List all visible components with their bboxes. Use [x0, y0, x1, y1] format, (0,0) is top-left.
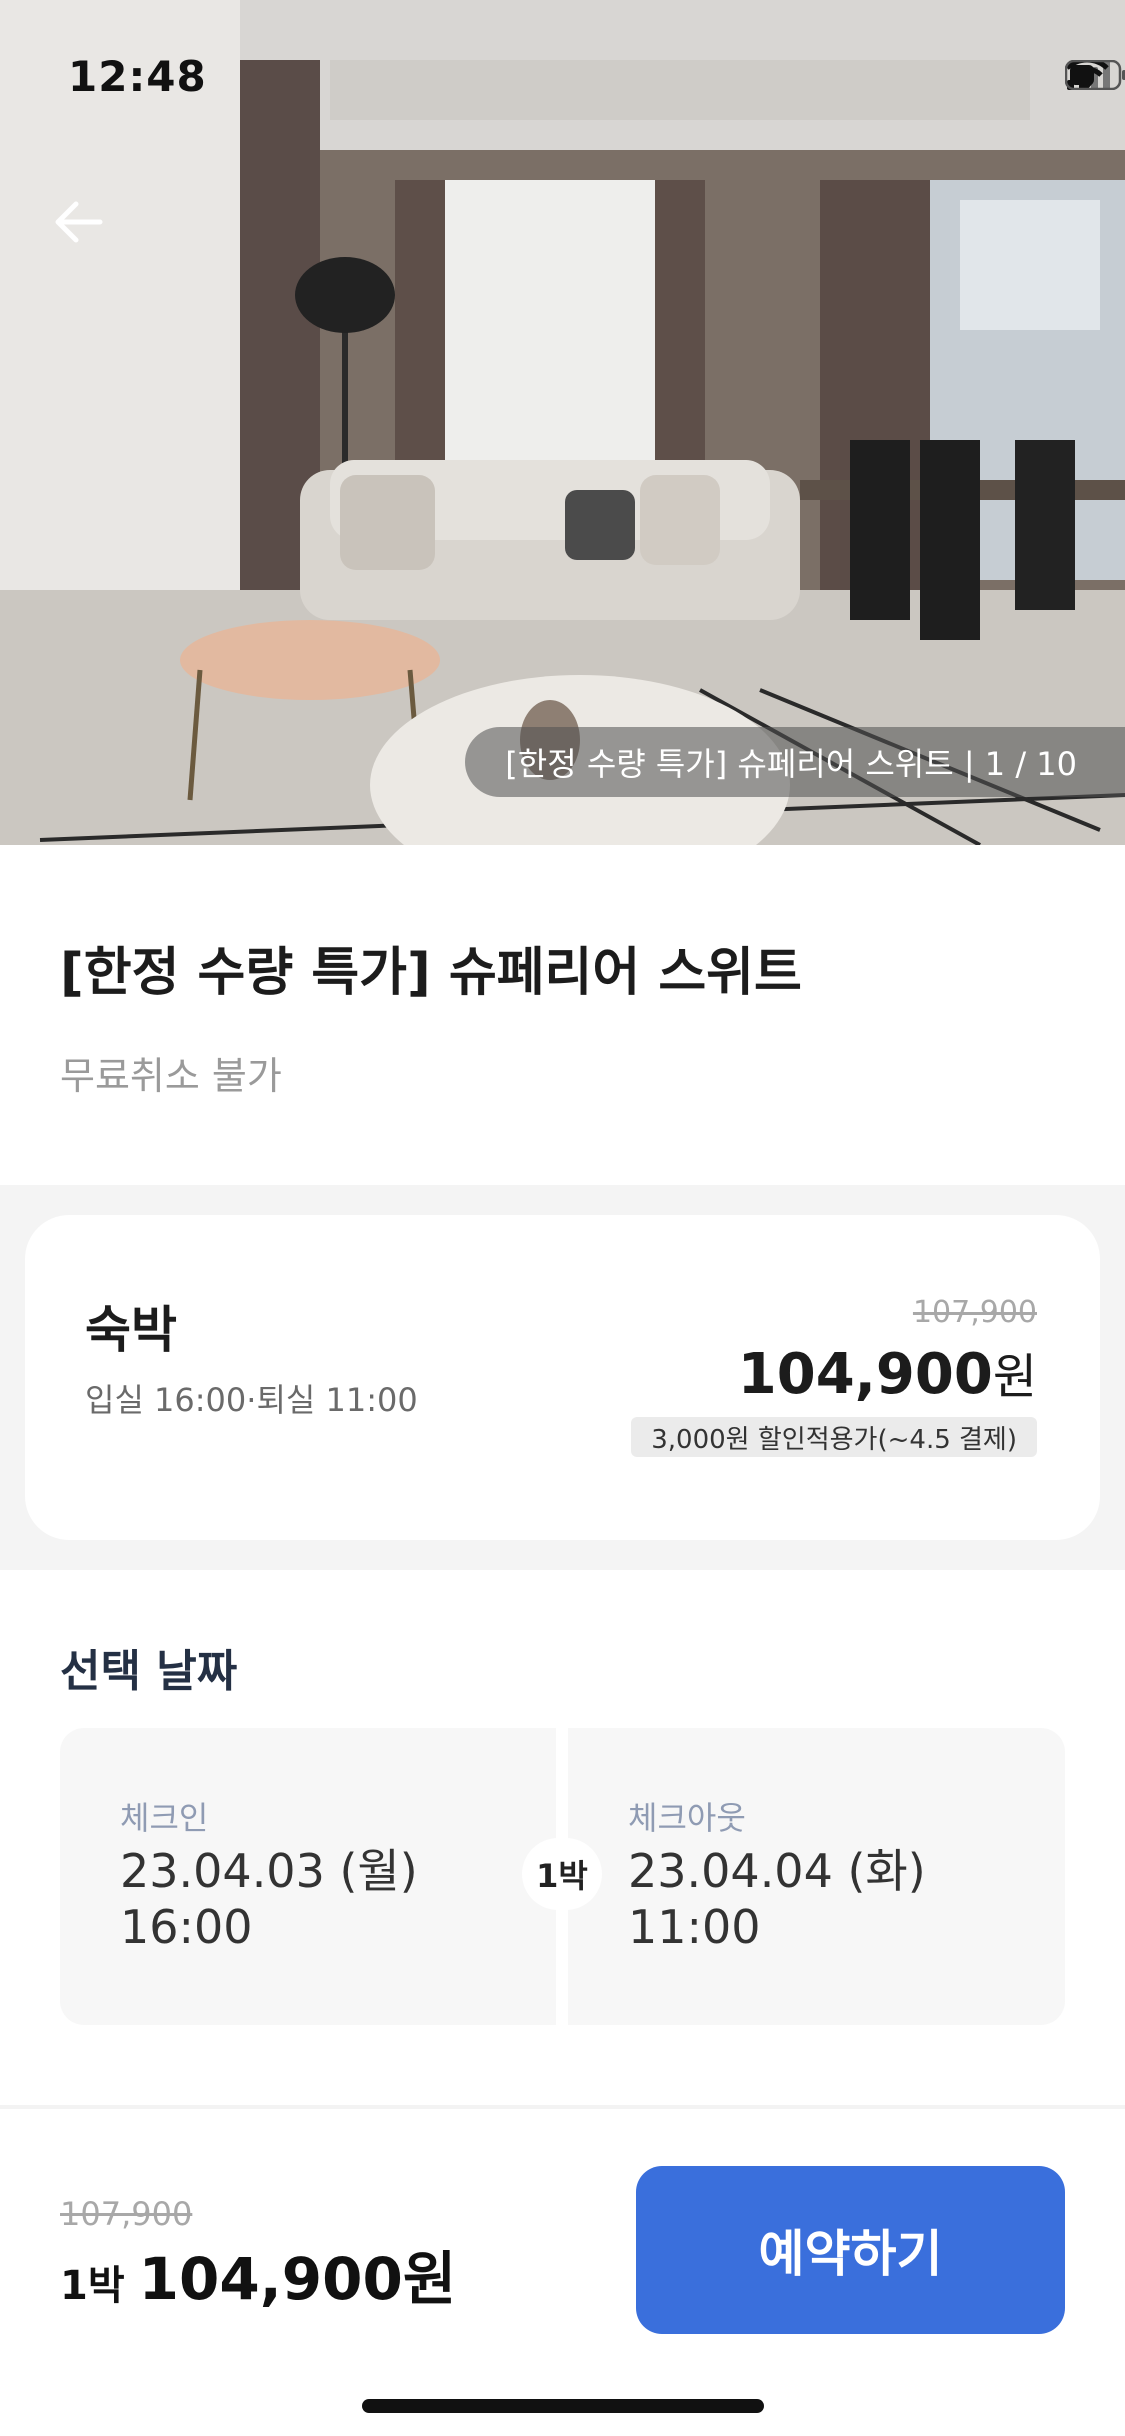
- stay-option-card[interactable]: 숙박 입실 16:00·퇴실 11:00 107,900 104,900원 3,…: [25, 1215, 1100, 1540]
- bottom-bar-divider: [0, 2105, 1125, 2109]
- book-button[interactable]: 예약하기: [636, 2166, 1065, 2334]
- photo-counter-caption: [한정 수량 특가] 슈페리어 스위트 | 1 / 10: [465, 727, 1125, 797]
- discount-badge: 3,000원 할인적용가(~4.5 결제): [631, 1417, 1037, 1457]
- checkin-value: 23.04.03 (월) 16:00: [120, 1843, 418, 1955]
- price-amount: 104,900: [737, 1342, 993, 1407]
- checkout-box[interactable]: 체크아웃 23.04.04 (화) 11:00: [568, 1728, 1065, 2025]
- checkout-label: 체크아웃: [628, 1799, 746, 1837]
- arrow-left-icon: [55, 201, 103, 243]
- nights-badge: 1박: [522, 1838, 602, 1910]
- home-indicator[interactable]: [362, 2399, 764, 2413]
- discounted-price: 104,900원: [738, 1337, 1037, 1407]
- battery-icon: [1065, 60, 1125, 90]
- stay-type: 숙박: [85, 1301, 177, 1359]
- price-currency: 원: [992, 1349, 1037, 1405]
- status-time: 12:48: [68, 52, 207, 101]
- bottom-original-price: 107,900: [60, 2195, 193, 2233]
- checkin-time: 16:00: [120, 1900, 253, 1954]
- room-title: [한정 수량 특가] 슈페리어 스위트: [60, 943, 802, 1003]
- status-bar: 12:48: [0, 0, 1125, 150]
- bottom-nights: 1박: [60, 2263, 125, 2309]
- back-button[interactable]: [52, 200, 122, 270]
- room-photo[interactable]: 12:48 [한정 수량 특가] 슈페리어 스위트 | 1 / 10: [0, 0, 1125, 845]
- checkout-date: 23.04.04 (화): [628, 1844, 926, 1898]
- checkin-checkout-times: 입실 16:00·퇴실 11:00: [85, 1381, 418, 1419]
- checkin-box[interactable]: 체크인 23.04.03 (월) 16:00: [60, 1728, 556, 2025]
- bottom-total-price: 1박 104,900원: [60, 2232, 456, 2316]
- cancel-policy: 무료취소 불가: [60, 1054, 282, 1098]
- checkin-label: 체크인: [120, 1799, 209, 1837]
- checkin-date: 23.04.03 (월): [120, 1844, 418, 1898]
- checkout-time: 11:00: [628, 1900, 761, 1954]
- bottom-price-amount: 104,900원: [138, 2245, 457, 2313]
- original-price: 107,900: [912, 1295, 1037, 1330]
- checkout-value: 23.04.04 (화) 11:00: [628, 1843, 926, 1955]
- selected-dates-label: 선택 날짜: [60, 1646, 238, 1697]
